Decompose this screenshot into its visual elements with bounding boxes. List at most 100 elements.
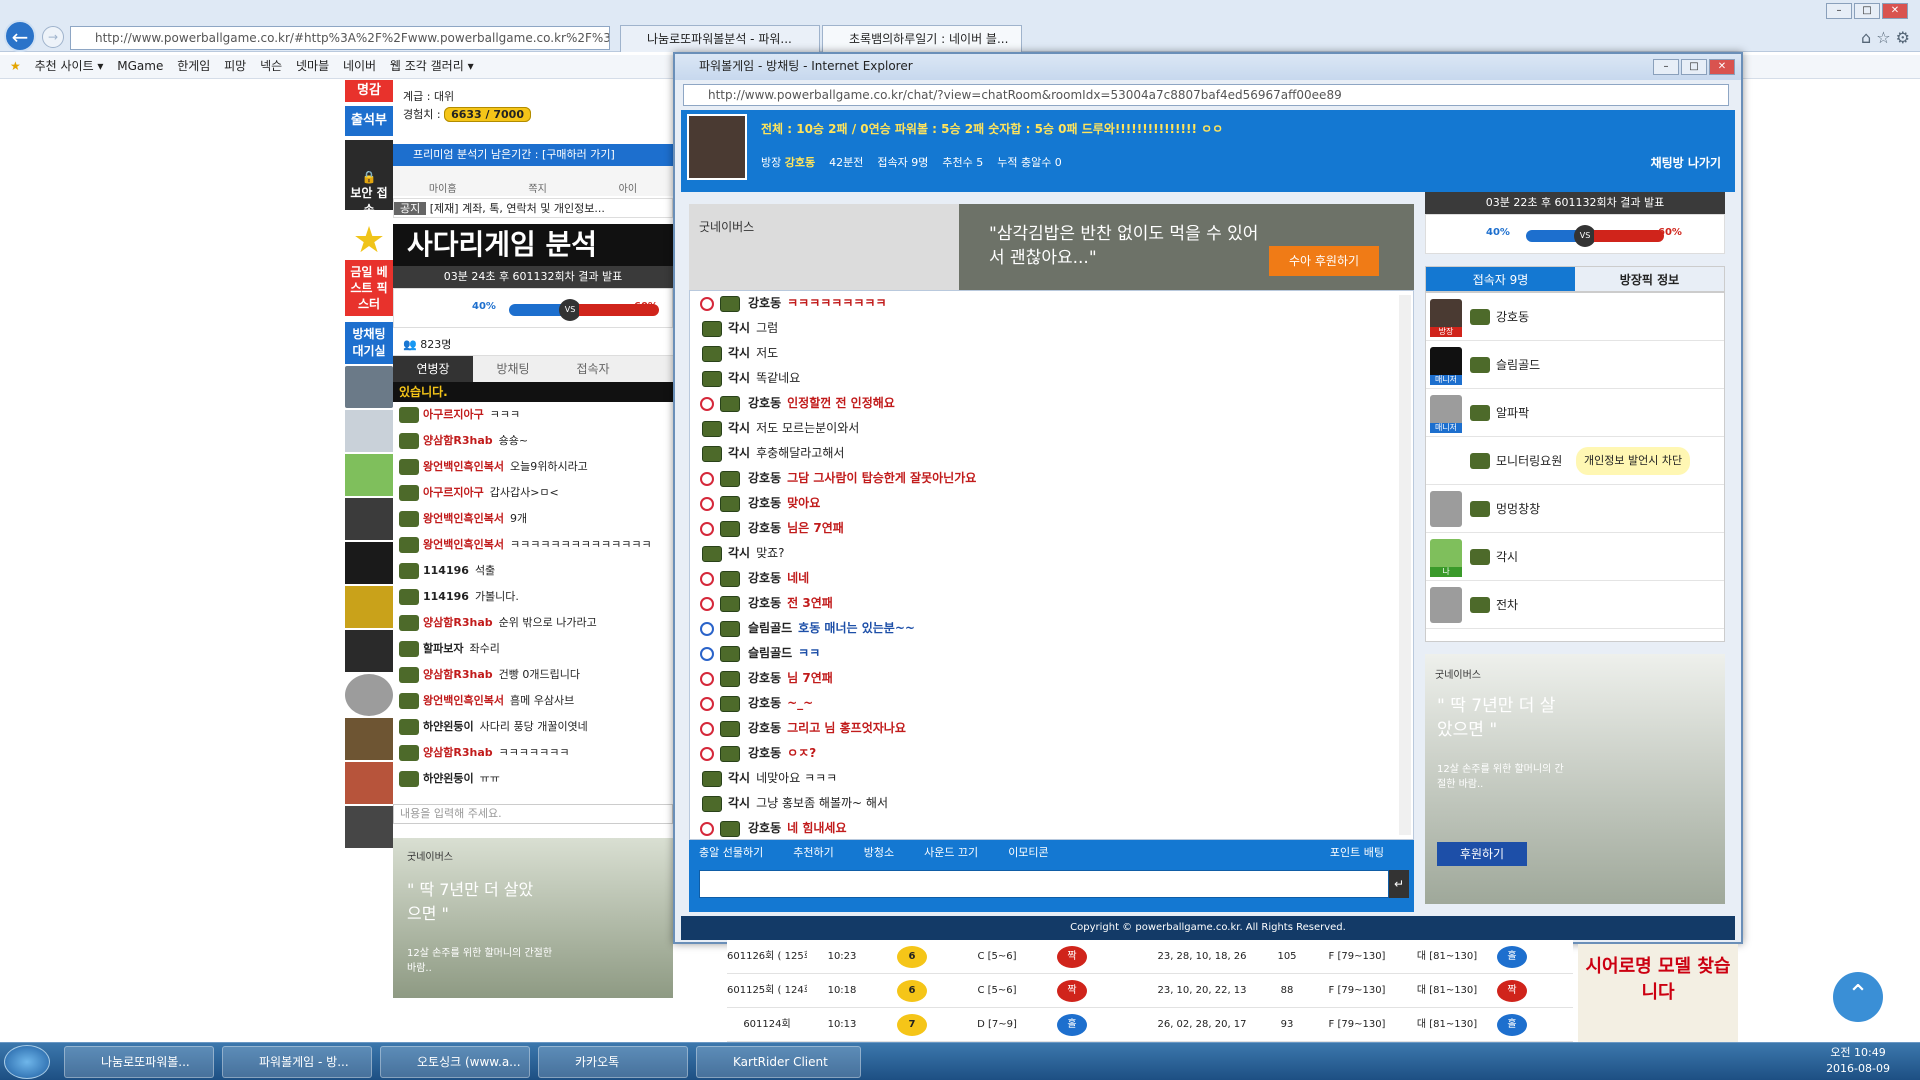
clear-room-button[interactable]: 방청소 [864,844,894,860]
chat-nick[interactable]: 할파보자 [423,642,463,655]
lobby-chat-input[interactable]: 내용을 입력해 주세요. [393,804,673,824]
chat-nick[interactable]: 강호동 [748,696,781,710]
enter-icon[interactable]: ↵ [1389,870,1409,898]
tab-lobby[interactable]: 연병장 [393,356,473,382]
back-button[interactable]: ← [4,20,36,52]
chat-nick[interactable]: 양삼함R3hab [423,434,493,447]
right-ad[interactable]: 시어로명 모델 찾습니다 [1578,944,1738,1042]
point-bet-button[interactable]: 포인트 배팅 [1330,844,1384,860]
user-row[interactable]: 알파팍 매니저 [1426,389,1724,437]
tab-message[interactable]: 쪽지 [528,180,546,196]
side-ad[interactable]: 굿네이버스 " 딱 7년만 더 살았으면 " 12살 손주를 위한 할머니의 간… [1425,654,1725,904]
restore-button[interactable]: □ [1681,59,1707,75]
home-star-gear-icons[interactable]: ⌂ ☆ ⚙ [1861,28,1910,47]
avatar[interactable] [345,410,393,452]
chat-nick[interactable]: 강호동 [748,471,781,485]
ladder-banner[interactable]: 사다리게임 분석 [393,224,673,266]
leave-room-button[interactable]: 채팅방 나가기 [1651,154,1721,171]
chat-nick[interactable]: 114196 [423,590,469,603]
chat-nick[interactable]: 각시 [728,371,750,385]
notice-row[interactable]: 공지 [제재] 계좌, 톡, 연락처 및 개인정보... [393,198,673,218]
chat-nick[interactable]: 슬림골드 [748,646,792,660]
tab-host-pick[interactable]: 방장픽 정보 [1575,267,1724,291]
avatar[interactable] [345,762,393,804]
tab-naver-blog[interactable]: 초록뱀의하루일기 : 네이버 블... [822,25,1022,52]
chat-nick[interactable]: 양삼함R3hab [423,746,493,759]
chat-nick[interactable]: 하얀왼둥이 [423,720,474,733]
taskbar-item[interactable]: 나눔로또파워볼... [64,1046,214,1078]
top-ad[interactable]: 굿네이버스 "삼각김밥은 반찬 없이도 먹을 수 있어서 괜찮아요..." 수아… [689,204,1414,296]
chat-nick[interactable]: 강호동 [748,496,781,510]
tab-users[interactable]: 접속자 9명 [1426,267,1575,291]
start-button[interactable] [4,1045,50,1079]
chat-nick[interactable]: 왕언백인흑인복서 [423,512,504,525]
fav-item[interactable]: 웹 조각 갤러리 ▾ [390,59,474,73]
avatar[interactable] [345,586,393,628]
fav-item[interactable]: 피망 [224,59,246,73]
minimize-button[interactable]: – [1653,59,1679,75]
menu-chat-waiting[interactable]: 방채팅 대기실 [345,322,393,364]
recommend-button[interactable]: 추천하기 [793,844,833,860]
chat-nick[interactable]: 아구르지아구 [423,486,484,499]
tab-powerball[interactable]: 나눔로또파워볼분석 - 파워... [620,25,820,52]
avatar[interactable] [345,454,393,496]
ad-donate-button[interactable]: 후원하기 [1437,842,1527,866]
chat-nick[interactable]: 왕언백인흑인복서 [423,460,504,473]
fav-item[interactable]: 넷마블 [296,59,329,73]
chat-nick[interactable]: 양삼함R3hab [423,616,493,629]
close-button[interactable]: ✕ [1882,3,1908,19]
chat-nick[interactable]: 왕언백인흑인복서 [423,694,504,707]
fav-item[interactable]: 네이버 [343,59,376,73]
user-row[interactable]: 전차 [1426,581,1724,629]
avatar[interactable] [345,542,393,584]
chat-nick[interactable]: 왕언백인흑인복서 [423,538,504,551]
gift-bullet-button[interactable]: 충알 선물하기 [699,844,763,860]
clock[interactable]: 오전 10:49 2016-08-09 [1826,1045,1890,1077]
user-row[interactable]: 멍멍창창 [1426,485,1724,533]
avatar[interactable] [345,630,393,672]
emoticon-button[interactable]: 이모티콘 [1008,844,1048,860]
chat-nick[interactable]: 강호동 [748,396,781,410]
chat-nick[interactable]: 각시 [728,796,750,810]
avatar[interactable] [345,718,393,760]
avatar[interactable] [345,366,393,408]
chat-nick[interactable]: 각시 [728,446,750,460]
chat-nick[interactable]: 강호동 [748,521,781,535]
menu-best-picker[interactable]: 금일 베스트 픽스터 [345,260,393,316]
chat-nick[interactable]: 양삼함R3hab [423,668,493,681]
chat-nick[interactable]: 각시 [728,346,750,360]
chat-nick[interactable]: 각시 [728,771,750,785]
chat-nick[interactable]: 아구르지아구 [423,408,484,421]
chat-nick[interactable]: 강호동 [748,746,781,760]
menu-item[interactable]: 명감 [345,80,393,102]
tab-item[interactable]: 아이 [619,180,637,196]
scroll-top-button[interactable]: ⌃ [1833,972,1883,1022]
avatar[interactable] [345,498,393,540]
chat-nick[interactable]: 강호동 [748,571,781,585]
chat-nick[interactable]: 각시 [728,321,750,335]
tab-users[interactable]: 접속자 [553,356,633,382]
avatar[interactable] [345,674,393,716]
chat-nick[interactable]: 강호동 [748,671,781,685]
chat-nick[interactable]: 강호동 [748,296,781,310]
chat-nick[interactable]: 각시 [728,421,750,435]
minimize-button[interactable]: – [1826,3,1852,19]
taskbar-item[interactable]: 카카오톡 [538,1046,688,1078]
tab-room-chat[interactable]: 방채팅 [473,356,553,382]
chat-nick[interactable]: 슬림골드 [748,621,792,635]
address-bar[interactable]: http://www.powerballgame.co.kr/#http%3A%… [70,26,610,50]
fav-item[interactable]: 추천 사이트 ▾ [35,59,104,73]
taskbar-item[interactable]: 파워볼게임 - 방... [222,1046,372,1078]
chat-nick[interactable]: 강호동 [748,596,781,610]
menu-secure-login[interactable]: 🔒 보안 접속 [345,140,393,217]
sound-off-button[interactable]: 사운드 끄기 [924,844,978,860]
chat-nick[interactable]: 하얀왼둥이 [423,772,474,785]
fav-item[interactable]: MGame [117,59,163,73]
chat-nick[interactable]: 강호동 [748,821,781,835]
chat-nick[interactable]: 114196 [423,564,469,577]
user-row[interactable]: 강호동 방장 [1426,293,1724,341]
ad-donate-button[interactable]: 수아 후원하기 [1269,246,1379,276]
taskbar-item[interactable]: 오토싱크 (www.a... [380,1046,530,1078]
tab-myhome[interactable]: 마이홈 [429,180,457,196]
close-button[interactable]: ✕ [1709,59,1735,75]
